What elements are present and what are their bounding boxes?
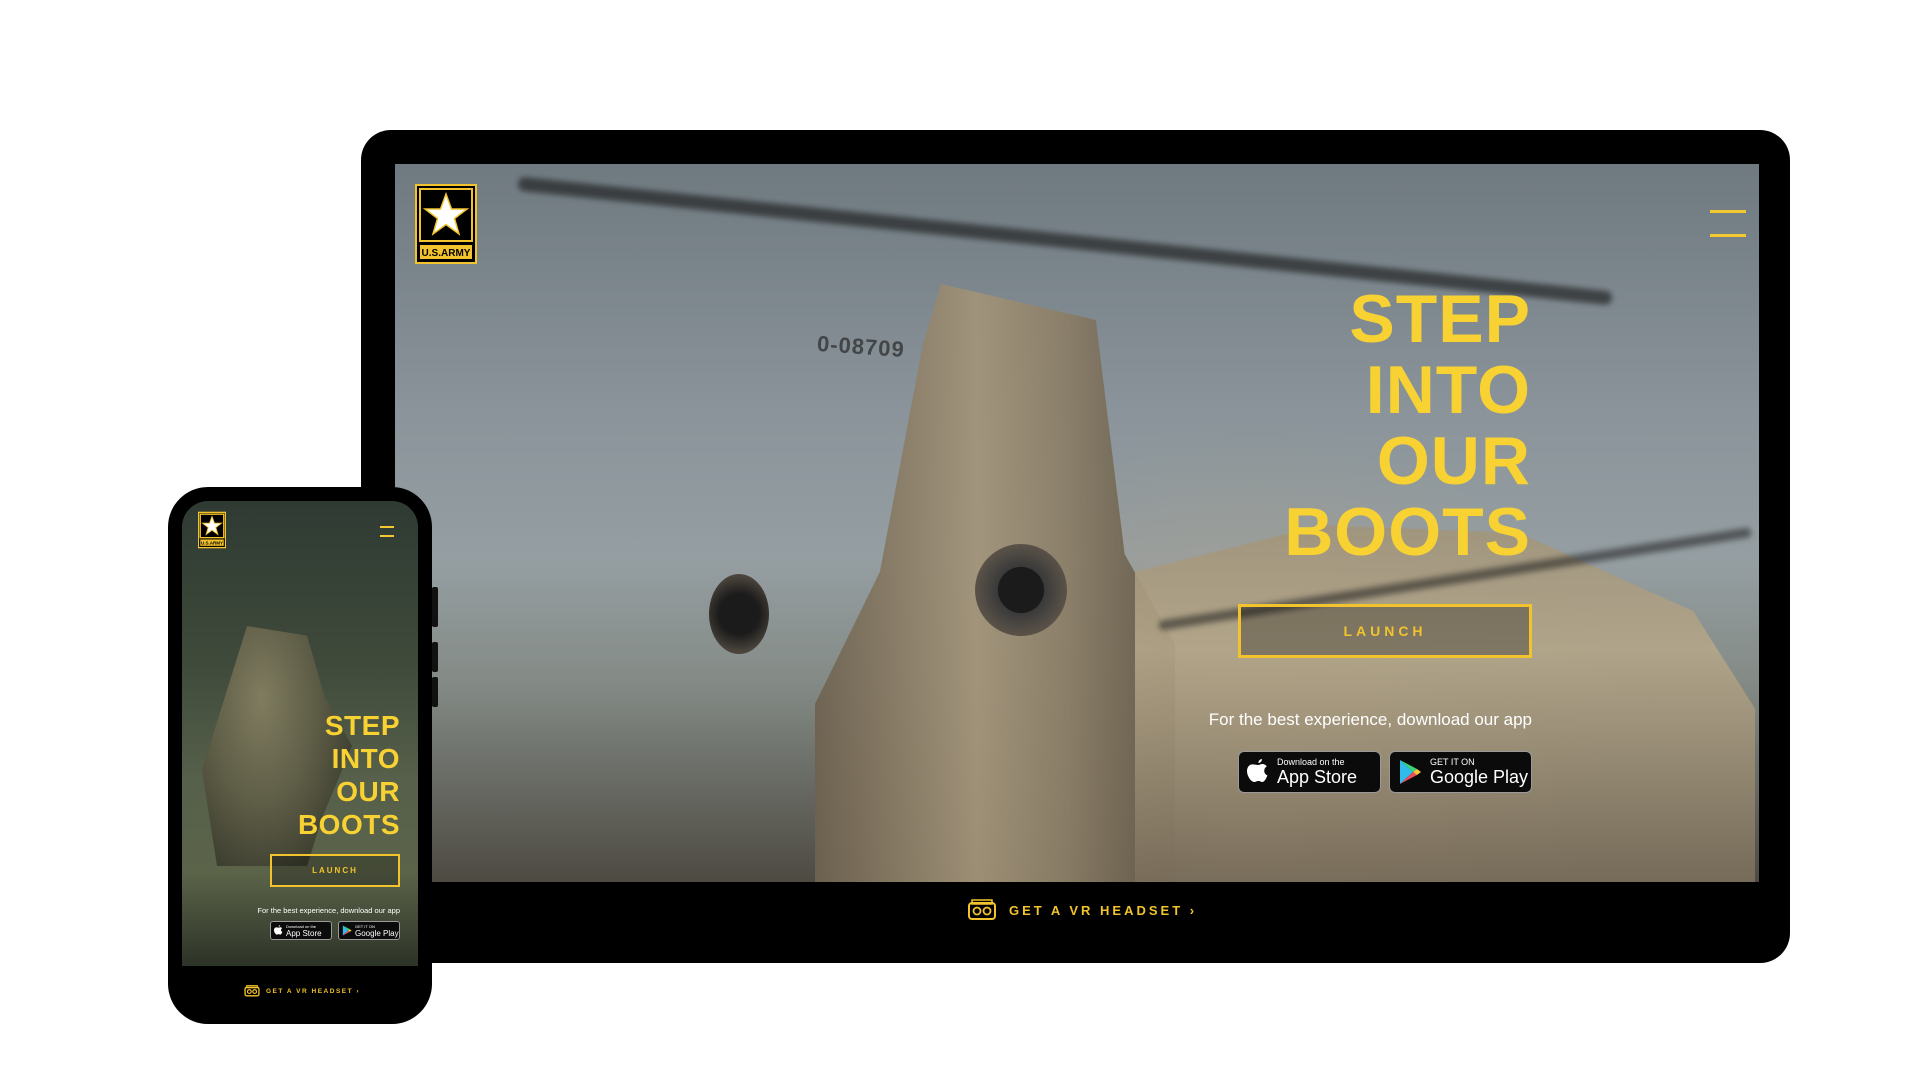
helicopter-engine	[975, 544, 1067, 636]
vr-headset-icon	[244, 985, 260, 997]
google-play-big-text: Google Play	[355, 928, 399, 938]
app-store-badge[interactable]: Download on the App Store	[270, 921, 332, 940]
logo-text: U.S.ARMY	[422, 248, 471, 259]
app-store-big-text: App Store	[286, 928, 322, 938]
app-store-small-text: Download on the	[1277, 757, 1345, 767]
launch-button[interactable]: LAUNCH	[270, 854, 400, 887]
google-play-badge[interactable]: GET IT ON Google Play	[1389, 751, 1532, 793]
apple-icon	[1247, 759, 1268, 782]
phone-device: U.S.ARMY STEP INTO OUR BOOTS LAUNCH For …	[168, 487, 438, 1024]
phone-side-button	[432, 677, 438, 707]
headline-line: BOOTS	[297, 809, 400, 840]
headline-line: BOOTS	[1284, 494, 1531, 570]
vr-headset-label: GET A VR HEADSET ›	[266, 987, 361, 995]
app-store-big-text: App Store	[1277, 767, 1358, 787]
google-play-big-text: Google Play	[1430, 767, 1529, 787]
tablet-device: 0-08709 U.S.ARMY STEP INTO OUR BOOTS LAU…	[361, 130, 1790, 963]
app-store-badge[interactable]: Download on the App Store	[1238, 751, 1381, 793]
helicopter-engine-left	[709, 574, 769, 654]
apple-icon	[274, 925, 283, 935]
download-app-text: For the best experience, download our ap…	[257, 906, 400, 915]
phone-screen: U.S.ARMY STEP INTO OUR BOOTS LAUNCH For …	[182, 501, 418, 966]
google-play-icon	[342, 925, 352, 936]
headline-line: STEP	[1349, 281, 1531, 357]
us-army-logo[interactable]: U.S.ARMY	[415, 184, 477, 264]
hamburger-menu-icon[interactable]	[380, 526, 394, 538]
headline-line: INTO	[331, 743, 400, 774]
hero-headline: STEP INTO OUR BOOTS	[1211, 284, 1531, 568]
vr-headset-link[interactable]: GET A VR HEADSET ›	[967, 898, 1197, 922]
google-play-icon	[1400, 760, 1421, 784]
phone-side-button	[432, 587, 438, 627]
vr-headset-link[interactable]: GET A VR HEADSET ›	[244, 985, 360, 997]
headline-line: OUR	[336, 776, 400, 807]
google-play-badge[interactable]: GET IT ON Google Play	[338, 921, 400, 940]
headline-line: OUR	[1376, 423, 1531, 499]
phone-side-button	[432, 642, 438, 672]
us-army-logo[interactable]: U.S.ARMY	[197, 511, 227, 549]
headline-line: STEP	[324, 710, 400, 741]
vr-headset-icon	[968, 899, 996, 920]
helicopter-tail-number: 0-08709	[816, 330, 906, 363]
hero-headline: STEP INTO OUR BOOTS	[298, 709, 400, 841]
headline-line: INTO	[1365, 352, 1531, 428]
tablet-screen: 0-08709 U.S.ARMY STEP INTO OUR BOOTS LAU…	[395, 164, 1759, 882]
logo-text: U.S.ARMY	[201, 540, 223, 545]
download-app-text: For the best experience, download our ap…	[1208, 710, 1532, 729]
hamburger-menu-icon[interactable]	[1710, 210, 1746, 238]
vr-headset-label: GET A VR HEADSET ›	[1009, 902, 1198, 918]
google-play-small-text: GET IT ON	[1430, 757, 1475, 767]
launch-button[interactable]: LAUNCH	[1238, 604, 1532, 658]
